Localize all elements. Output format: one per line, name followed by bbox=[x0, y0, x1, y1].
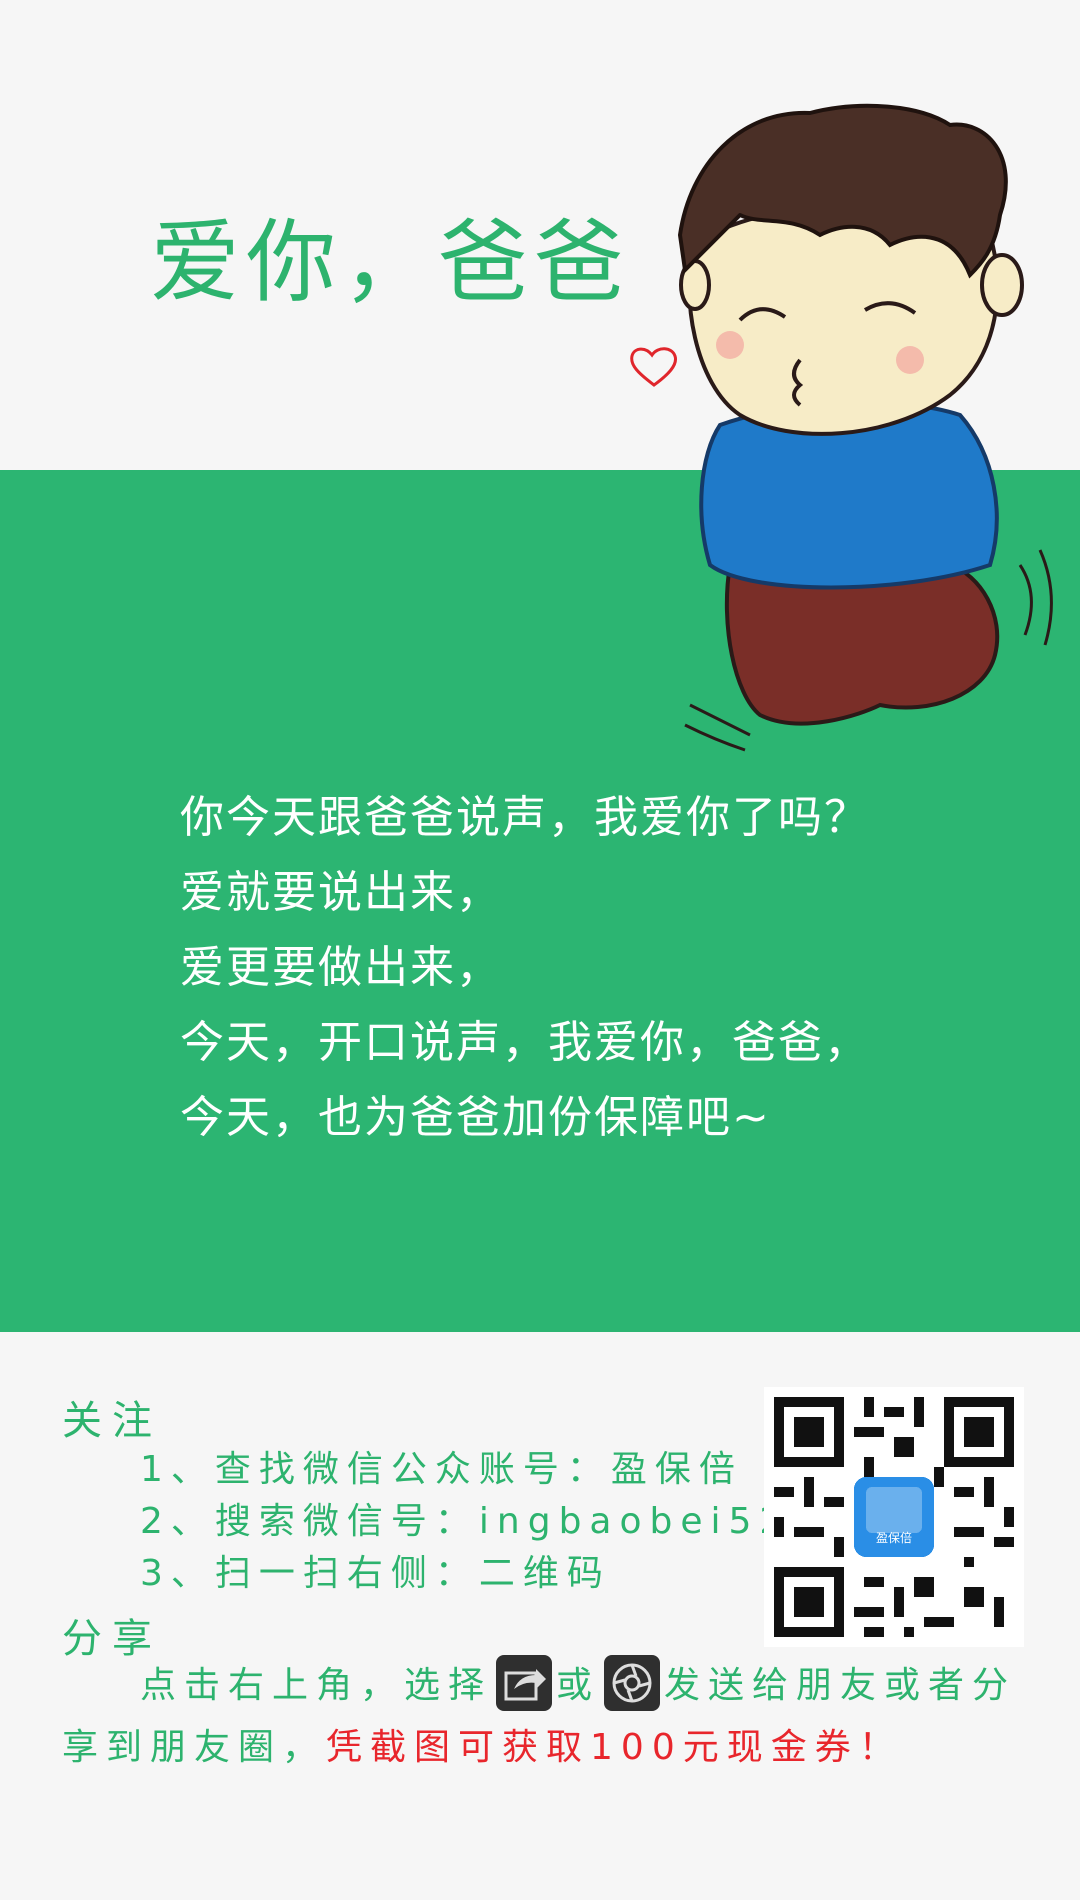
message-line: 今天，开口说声，我爱你，爸爸， bbox=[180, 1017, 870, 1068]
message-text: 你今天跟爸爸说声，我爱你了吗？ 爱就要说出来， 爱更要做出来， 今天，开口说声，… bbox=[180, 780, 870, 1155]
share-text-part: 点击右上角，选择 bbox=[140, 1665, 493, 1706]
share-text: 点击右上角，选择 或 发送给朋友或者分 bbox=[140, 1655, 1017, 1715]
follow-heading: 关注 bbox=[62, 1398, 162, 1444]
qr-code: 盈保倍 bbox=[764, 1387, 1024, 1647]
message-line: 爱就要说出来， bbox=[180, 867, 502, 918]
follow-step: 3、扫一扫右侧：二维码 bbox=[140, 1553, 611, 1594]
message-line: 今天，也为爸爸加份保障吧~ bbox=[180, 1092, 771, 1143]
share-icon[interactable] bbox=[496, 1655, 553, 1711]
boy-illustration bbox=[677, 103, 1053, 752]
follow-step: 2、搜索微信号：ingbaobei520 bbox=[140, 1501, 822, 1542]
page-title: 爱你，爸爸 bbox=[150, 210, 630, 315]
share-text-part: 发送给朋友或者分 bbox=[664, 1665, 1017, 1706]
follow-step: 1、查找微信公众账号：盈保倍 bbox=[140, 1449, 743, 1490]
message-line: 爱更要做出来， bbox=[180, 942, 502, 993]
share-text-line2: 享到朋友圈，凭截图可获取100元现金券！ bbox=[62, 1718, 903, 1770]
voucher-highlight: 凭截图可获取100元现金券！ bbox=[326, 1727, 903, 1768]
message-line: 你今天跟爸爸说声，我爱你了吗？ bbox=[180, 792, 870, 843]
qr-logo-text: 盈保倍 bbox=[875, 1531, 912, 1545]
moments-icon[interactable] bbox=[604, 1655, 661, 1711]
share-text-part: 享到朋友圈， bbox=[62, 1727, 327, 1768]
share-text-part: 或 bbox=[556, 1665, 601, 1706]
